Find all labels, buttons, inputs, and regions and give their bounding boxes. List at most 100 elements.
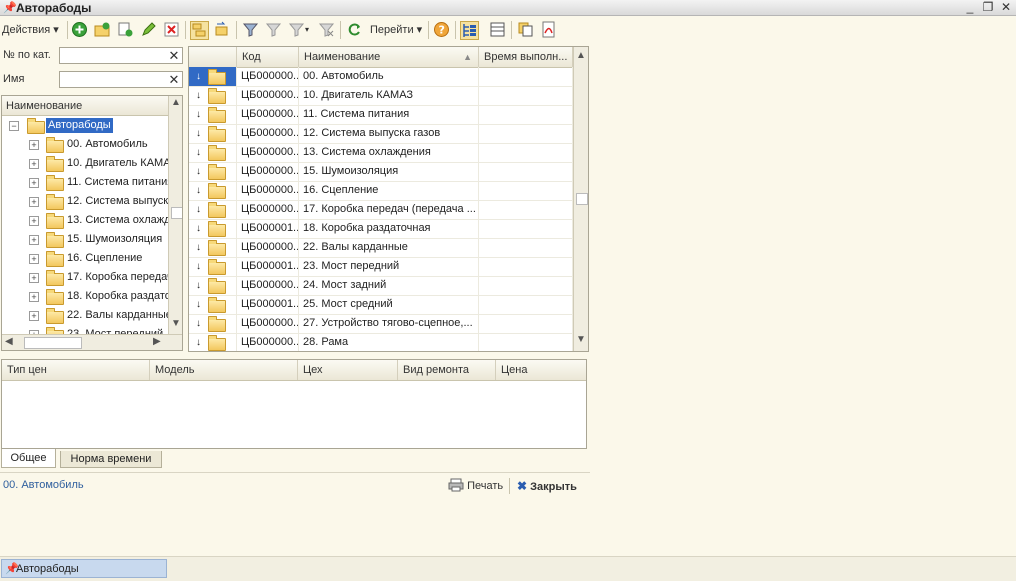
scroll-thumb[interactable] <box>576 193 588 205</box>
edit-icon[interactable] <box>140 21 157 38</box>
clear-icon[interactable]: ✕ <box>167 48 181 63</box>
filter-dropdown-chevron-icon[interactable]: ▾ <box>305 20 309 40</box>
filter-icon[interactable] <box>242 21 259 38</box>
prices-header-price-type[interactable]: Тип цен <box>2 360 150 380</box>
table-row[interactable]: ↓ ЦБ000000... 13. Система охлаждения <box>189 143 573 163</box>
expand-icon[interactable]: + <box>29 311 39 321</box>
table-row[interactable]: ↓ ЦБ000000... 27. Устройство тягово-сцепно… <box>189 314 573 334</box>
table-row[interactable]: ↓ ЦБ000000... 00. Автомобиль <box>189 67 573 87</box>
row-name: 24. Мост задний <box>299 276 479 295</box>
print-label: Печать <box>467 480 504 492</box>
table-row[interactable]: ↓ ЦБ000000... 10. Двигатель КАМАЗ <box>189 86 573 106</box>
prices-table[interactable]: Тип цен Модель Цех Вид ремонта Цена <box>1 359 587 449</box>
tree-horizontal-scrollbar[interactable]: ◀ ▶ <box>2 334 182 350</box>
grid-header-code[interactable]: Код <box>237 47 299 67</box>
table-row[interactable]: ↓ ЦБ000000... 28. Рама <box>189 333 573 351</box>
grid-header-name-label: Наименование <box>304 51 381 63</box>
table-row[interactable]: ↓ ЦБ000000... 22. Валы карданные <box>189 238 573 258</box>
goto-menu[interactable]: Перейти ▾ <box>370 20 422 40</box>
close-window-button[interactable]: ✕ <box>997 0 1015 15</box>
tree-view-icon[interactable] <box>460 21 479 40</box>
row-icon-cell: ↓ <box>189 257 237 276</box>
folder-icon <box>208 335 226 351</box>
folder-icon <box>46 194 64 210</box>
taskbar-item[interactable]: 📌 Авторабоды <box>1 559 167 578</box>
grid-header-time[interactable]: Время выполн... <box>479 47 573 67</box>
add-folder-icon[interactable] <box>94 21 111 38</box>
minimize-button[interactable]: _ <box>961 0 979 15</box>
filter-off-icon[interactable] <box>265 21 282 38</box>
help-icon[interactable]: ? <box>433 21 450 38</box>
scroll-right-icon[interactable]: ▶ <box>153 336 161 347</box>
expand-icon[interactable]: + <box>29 254 39 264</box>
grid-icon-column[interactable] <box>189 47 237 67</box>
works-grid[interactable]: Код Наименование ▲ Время выполн... ↓ ЦБ00… <box>188 46 589 352</box>
sort-icon: ▲ <box>463 52 472 62</box>
expand-icon[interactable]: + <box>29 140 39 150</box>
catalog-number-field[interactable]: ✕ <box>59 47 183 64</box>
tab-time-norm[interactable]: Норма времени <box>60 451 162 468</box>
hierarchy-view-icon[interactable] <box>190 21 209 40</box>
expand-icon[interactable]: + <box>29 159 39 169</box>
delete-icon[interactable] <box>163 21 180 38</box>
row-icon-cell: ↓ <box>189 162 237 181</box>
tree-header[interactable]: Наименование <box>2 96 168 116</box>
pdf-export-icon[interactable] <box>540 21 557 38</box>
table-row[interactable]: ↓ ЦБ000000... 16. Сцепление <box>189 181 573 201</box>
clear-icon[interactable]: ✕ <box>167 72 181 87</box>
scroll-thumb[interactable] <box>171 207 182 219</box>
row-time <box>479 333 573 351</box>
row-time <box>479 181 573 200</box>
print-button[interactable]: Печать <box>448 476 503 496</box>
filter-list-icon[interactable] <box>288 21 305 38</box>
copy-icon[interactable] <box>117 21 134 38</box>
grid-vertical-scrollbar[interactable]: ▲ ▼ <box>573 47 588 351</box>
prices-header-workshop[interactable]: Цех <box>298 360 398 380</box>
scroll-down-icon[interactable]: ▼ <box>576 334 586 345</box>
tree-vertical-scrollbar[interactable]: ▲ ▼ <box>168 96 182 334</box>
move-to-group-icon[interactable] <box>213 21 230 38</box>
table-row[interactable]: ↓ ЦБ000000... 24. Мост задний <box>189 276 573 296</box>
scroll-up-icon[interactable]: ▲ <box>171 97 181 108</box>
table-row[interactable]: ↓ ЦБ000001... 25. Мост средний <box>189 295 573 315</box>
scroll-left-icon[interactable]: ◀ <box>5 336 13 347</box>
prices-header-repair-type[interactable]: Вид ремонта <box>398 360 496 380</box>
row-code: ЦБ000000... <box>237 314 299 333</box>
name-field[interactable]: ✕ <box>59 71 183 88</box>
actions-menu[interactable]: Действия ▾ <box>2 20 59 40</box>
expand-icon[interactable]: + <box>29 273 39 283</box>
tree-item-label: 11. Система питания <box>67 176 174 188</box>
table-row[interactable]: ↓ ЦБ000001... 23. Мост передний <box>189 257 573 277</box>
tab-general[interactable]: Общее <box>1 449 56 468</box>
table-row[interactable]: ↓ ЦБ000000... 12. Система выпуска газов <box>189 124 573 144</box>
row-code: ЦБ000001... <box>237 257 299 276</box>
scroll-up-icon[interactable]: ▲ <box>576 50 586 61</box>
expand-icon[interactable]: + <box>29 178 39 188</box>
row-name: 12. Система выпуска газов <box>299 124 479 143</box>
expand-icon[interactable]: + <box>29 292 39 302</box>
scroll-down-icon[interactable]: ▼ <box>171 318 181 329</box>
close-button[interactable]: ✖ Закрыть <box>517 476 577 496</box>
list-settings-icon[interactable] <box>489 21 506 38</box>
expand-icon[interactable]: + <box>29 235 39 245</box>
refresh-icon[interactable] <box>346 21 363 38</box>
group-tree[interactable]: Наименование − Авторабоды +00. Автомобиль +… <box>1 95 183 351</box>
clear-filter-icon[interactable] <box>318 21 335 38</box>
restore-button[interactable]: ❐ <box>979 0 997 15</box>
row-code: ЦБ000000... <box>237 238 299 257</box>
table-row[interactable]: ↓ ЦБ000000... 11. Система питания <box>189 105 573 125</box>
collapse-icon[interactable]: − <box>9 121 19 131</box>
grid-header-name[interactable]: Наименование ▲ <box>299 47 479 67</box>
row-name: 10. Двигатель КАМАЗ <box>299 86 479 105</box>
prices-header-model[interactable]: Модель <box>150 360 298 380</box>
copy-list-icon[interactable] <box>517 21 534 38</box>
expand-icon[interactable]: + <box>29 197 39 207</box>
table-row[interactable]: ↓ ЦБ000000... 15. Шумоизоляция <box>189 162 573 182</box>
scroll-thumb[interactable] <box>24 337 82 349</box>
expand-icon[interactable]: + <box>29 216 39 226</box>
table-row[interactable]: ↓ ЦБ000001... 18. Коробка раздаточная <box>189 219 573 239</box>
table-row[interactable]: ↓ ЦБ000000... 17. Коробка передач (передач… <box>189 200 573 220</box>
prices-header-price[interactable]: Цена <box>496 360 586 380</box>
add-icon[interactable] <box>71 21 88 38</box>
row-marker-icon: ↓ <box>196 185 201 196</box>
